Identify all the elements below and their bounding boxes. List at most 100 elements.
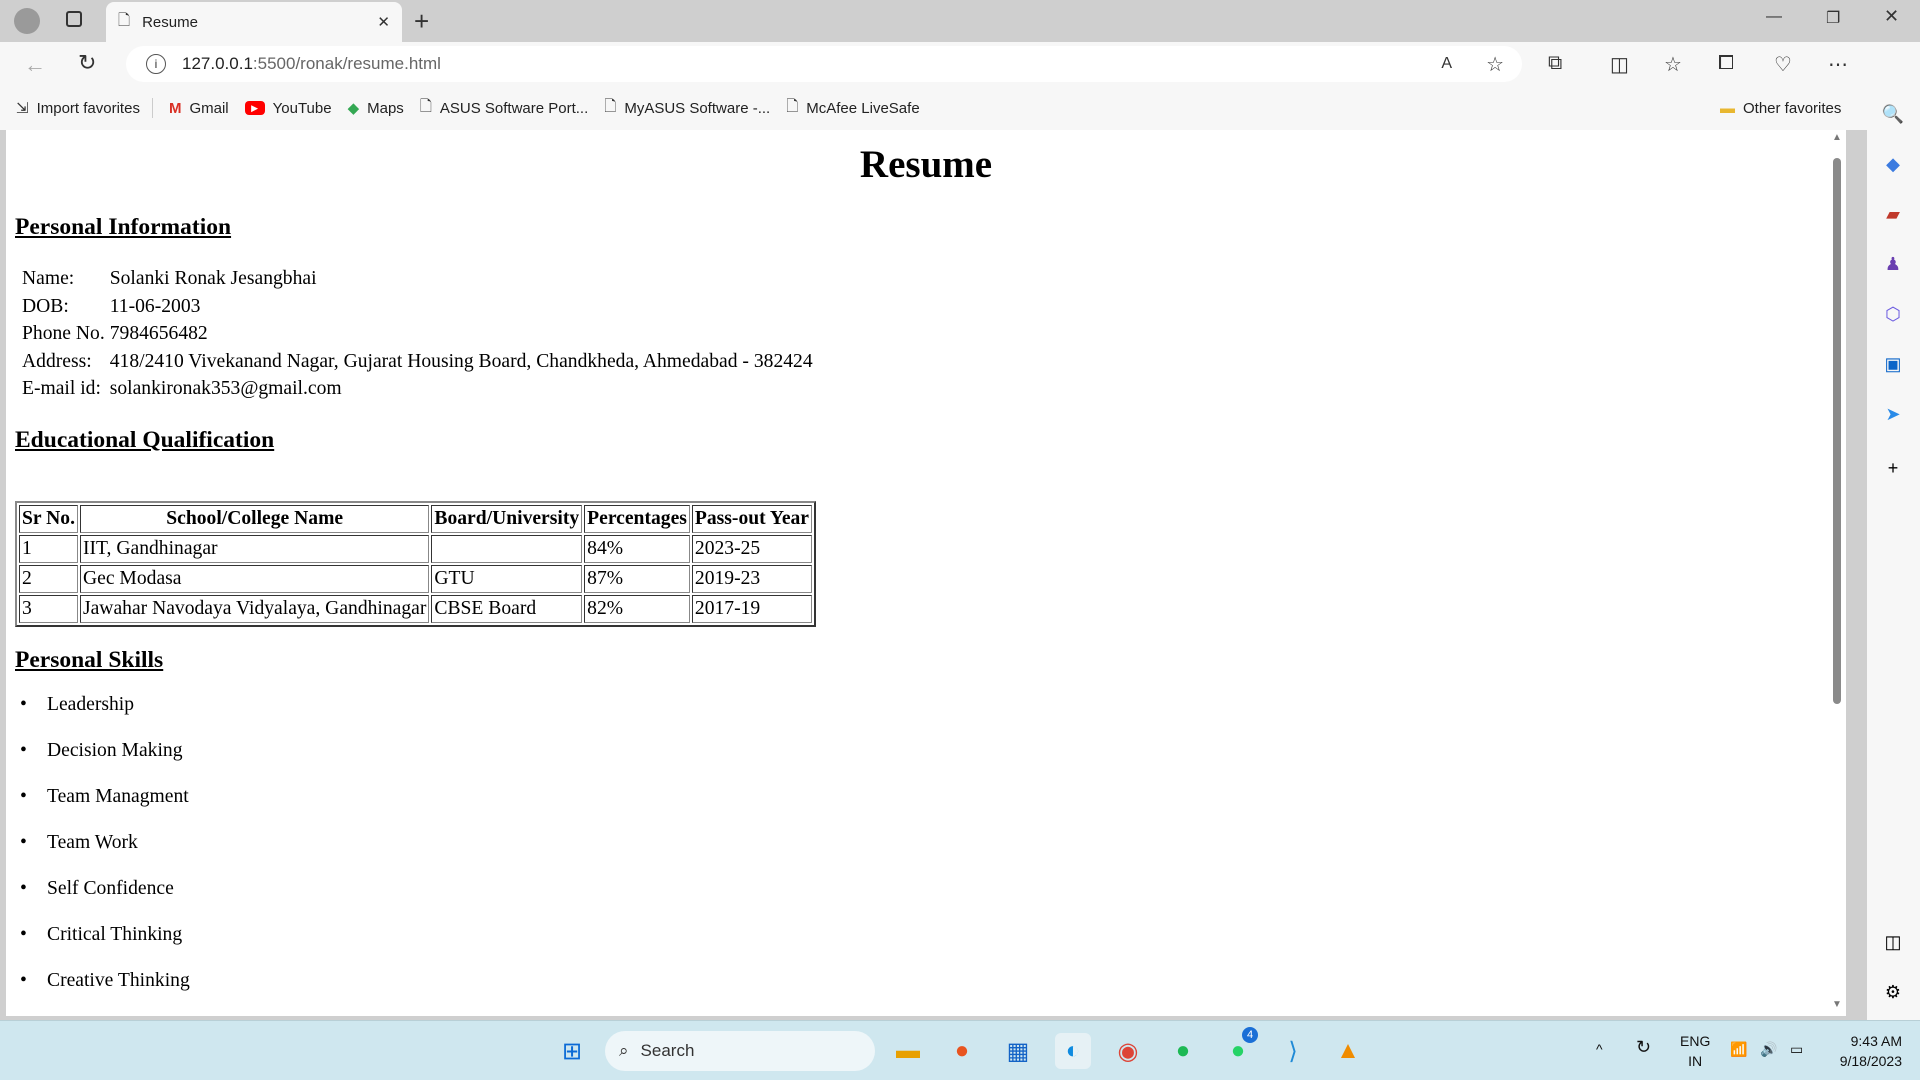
- favorites-icon[interactable]: ☆: [1664, 52, 1682, 77]
- page-content: Resume Personal Information Name: Solanki…: [6, 130, 1846, 1016]
- refresh-icon[interactable]: ↻: [78, 50, 96, 76]
- bookmark-import-favorites[interactable]: ⇲ Import favorites: [16, 99, 140, 118]
- info-label: DOB:: [22, 295, 69, 317]
- sidebar-toggle-icon[interactable]: ◫: [1881, 930, 1905, 954]
- youtube-icon: ▶: [244, 101, 265, 115]
- bookmark-asus[interactable]: 🗋 ASUS Software Port...: [420, 96, 588, 121]
- info-icon[interactable]: i: [146, 54, 166, 74]
- chrome-icon[interactable]: ◉: [1110, 1033, 1146, 1069]
- bookmark-youtube[interactable]: ▶ YouTube: [244, 100, 332, 117]
- read-aloud-icon[interactable]: A: [1441, 55, 1452, 73]
- skills-heading: Personal Skills: [15, 647, 164, 673]
- notification-badge: 4: [1242, 1027, 1258, 1043]
- bookmark-myasus[interactable]: 🗋 MyASUS Software -...: [604, 96, 770, 121]
- close-window-icon[interactable]: ✕: [1884, 6, 1899, 27]
- firefox-icon[interactable]: ●: [944, 1033, 980, 1069]
- personal-info-table: Name: Solanki Ronak Jesangbhai DOB: 11-06-…: [18, 264, 817, 405]
- volume-icon[interactable]: 🔊: [1760, 1039, 1777, 1059]
- info-label: Name:: [22, 268, 75, 289]
- divider: [151, 98, 153, 118]
- edge-icon[interactable]: ◐: [1055, 1033, 1091, 1069]
- sync-icon[interactable]: ↻: [1636, 1037, 1651, 1057]
- microsoft365-icon[interactable]: ⬡: [1881, 302, 1905, 326]
- spotify-icon[interactable]: ●: [1165, 1033, 1201, 1069]
- more-icon[interactable]: ⋯: [1828, 52, 1848, 77]
- favorite-star-icon[interactable]: ☆: [1486, 52, 1504, 77]
- other-favorites[interactable]: ▬ Other favorites: [1720, 100, 1841, 117]
- settings-icon[interactable]: ⚙: [1881, 980, 1905, 1004]
- minimize-icon[interactable]: —: [1766, 8, 1782, 26]
- language-indicator[interactable]: ENG IN: [1680, 1031, 1710, 1071]
- tab-resume[interactable]: 🗋 Resume ✕: [106, 2, 402, 42]
- personal-info-heading: Personal Information: [15, 214, 232, 240]
- list-item: Leadership: [15, 693, 190, 739]
- address-bar[interactable]: i 127.0.0.1:5500/ronak/resume.html A ☆: [126, 46, 1522, 82]
- split-screen-icon[interactable]: ◫: [1610, 52, 1629, 77]
- tab-actions-icon[interactable]: [66, 11, 82, 27]
- drop-icon[interactable]: ➤: [1881, 402, 1905, 426]
- region-code: IN: [1688, 1053, 1703, 1069]
- scrollbar-thumb[interactable]: [1833, 158, 1841, 704]
- vscode-icon[interactable]: ⟩: [1275, 1033, 1311, 1069]
- bookmark-mcafee[interactable]: 🗋 McAfee LiveSafe: [786, 96, 919, 121]
- info-value: solankironak353@gmail.com: [109, 378, 342, 399]
- add-icon[interactable]: +: [1881, 456, 1905, 480]
- cell: 82%: [584, 595, 690, 623]
- new-tab-icon[interactable]: +: [414, 6, 429, 37]
- scrollbar[interactable]: ▲ ▼: [1828, 130, 1846, 1016]
- lang-code: ENG: [1680, 1033, 1711, 1049]
- close-tab-icon[interactable]: ✕: [377, 13, 390, 31]
- info-row: Address: 418/2410 Vivekanand Nagar, Gujar…: [21, 350, 814, 375]
- whatsapp-icon[interactable]: ● 4: [1220, 1027, 1258, 1069]
- info-label: E-mail id:: [22, 378, 101, 399]
- restore-icon[interactable]: ❐: [1826, 8, 1840, 28]
- skills-list: Leadership Decision Making Team Managmen…: [15, 693, 190, 1015]
- column-header: Percentages: [584, 505, 690, 533]
- column-header: Pass-out Year: [691, 505, 813, 533]
- tab-title: Resume: [142, 13, 198, 31]
- collections-icon[interactable]: ⧠: [1718, 52, 1734, 75]
- show-hidden-icons[interactable]: ^: [1596, 1039, 1603, 1059]
- battery-icon[interactable]: ▭: [1790, 1039, 1803, 1059]
- maps-icon: ◆: [347, 100, 360, 117]
- bookmark-label: Maps: [367, 99, 404, 117]
- tab-bar: 🗋 Resume ✕ + — ❐ ✕: [0, 0, 1920, 42]
- cell: Jawahar Navodaya Vidyalaya, Gandhinagar: [79, 595, 430, 623]
- scroll-down-icon[interactable]: ▼: [1832, 999, 1842, 1010]
- page-icon: 🗋: [118, 11, 131, 29]
- search-icon: ⌕: [619, 1041, 629, 1060]
- browser-essentials-icon[interactable]: ♡: [1774, 52, 1792, 77]
- info-value: 7984656482: [109, 323, 208, 344]
- outlook-icon[interactable]: ▣: [1881, 352, 1905, 376]
- cell: IIT, Gandhinagar: [79, 535, 430, 563]
- bookmarks-bar: ⇲ Import favorites M Gmail ▶ YouTube ◆ Maps …: [0, 86, 1920, 130]
- back-icon[interactable]: ←: [24, 52, 46, 78]
- info-row: Name: Solanki Ronak Jesangbhai: [21, 267, 814, 292]
- taskbar-search[interactable]: ⌕ Search: [605, 1031, 875, 1071]
- vlc-icon[interactable]: ▲: [1330, 1033, 1366, 1069]
- info-label: Phone No.: [22, 323, 105, 344]
- extensions-icon[interactable]: ⧉: [1548, 52, 1562, 75]
- table-header-row: Sr No. School/College Name Board/Univers…: [19, 505, 813, 533]
- search-icon[interactable]: 🔍: [1881, 102, 1905, 126]
- bookmark-gmail[interactable]: M Gmail: [169, 100, 229, 117]
- search-placeholder: Search: [640, 1041, 695, 1060]
- education-heading: Educational Qualification: [15, 427, 275, 453]
- store-icon[interactable]: ▦: [1000, 1033, 1036, 1069]
- cell: 84%: [584, 535, 690, 563]
- wifi-icon[interactable]: 📶: [1730, 1039, 1747, 1059]
- gmail-icon: M: [168, 99, 182, 117]
- tools-icon[interactable]: ▰: [1881, 202, 1905, 226]
- profile-icon[interactable]: [14, 8, 40, 34]
- bookmark-maps[interactable]: ◆ Maps: [347, 99, 404, 118]
- cell: [431, 535, 583, 563]
- file-explorer-icon[interactable]: ▬: [890, 1033, 926, 1069]
- info-value: 11-06-2003: [109, 295, 201, 317]
- clock[interactable]: 9:43 AM 9/18/2023: [1826, 1031, 1902, 1071]
- scroll-up-icon[interactable]: ▲: [1832, 132, 1842, 143]
- cell: Gec Modasa: [79, 565, 430, 593]
- games-icon[interactable]: ♟: [1881, 252, 1905, 276]
- shopping-icon[interactable]: ◆: [1881, 152, 1905, 176]
- windows-start-icon[interactable]: ⊞: [554, 1033, 590, 1069]
- folder-icon: ▬: [1720, 99, 1735, 117]
